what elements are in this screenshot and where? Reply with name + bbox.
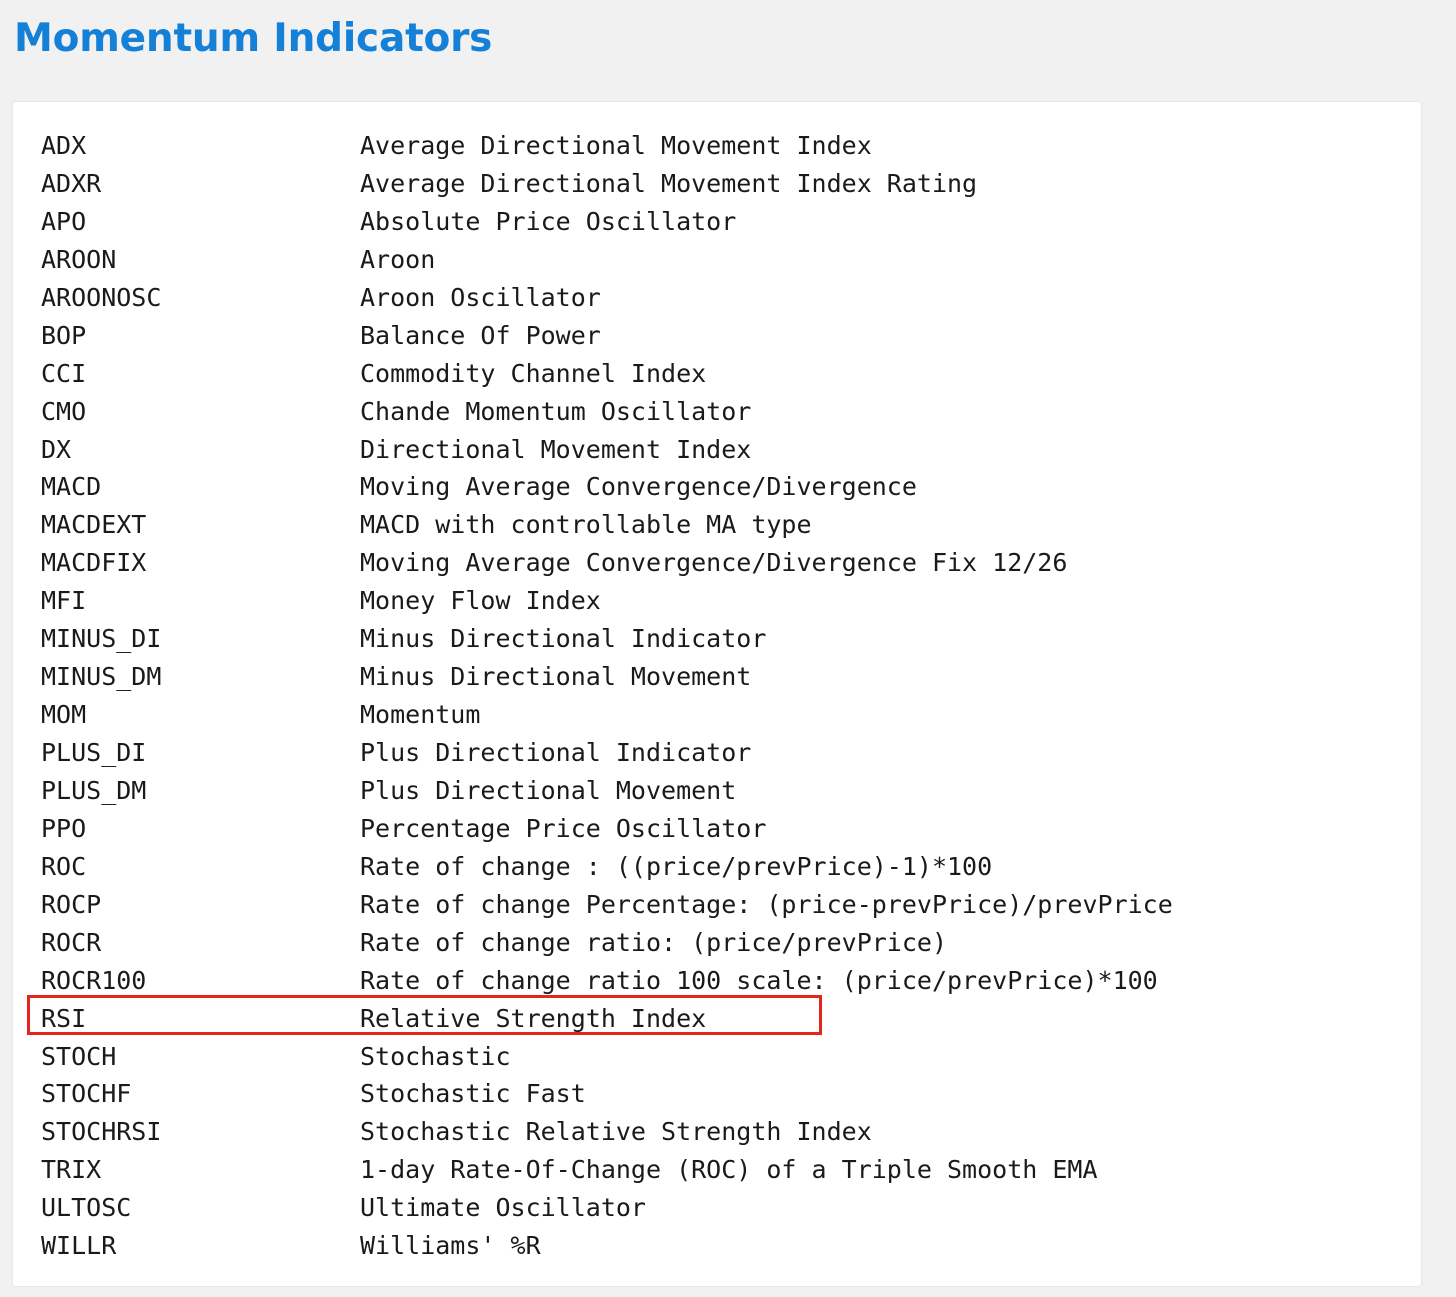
indicator-description: Average Directional Movement Index Ratin… <box>360 168 978 198</box>
indicator-code: ADX <box>41 131 87 160</box>
indicator-description: Moving Average Convergence/Divergence <box>360 472 917 502</box>
indicator-description: Williams' %R <box>360 1231 541 1261</box>
indicator-code: STOCHF <box>41 1079 132 1109</box>
indicator-code: PLUS_DI <box>41 738 147 767</box>
indicator-code: MACDFIX <box>41 548 147 578</box>
indicator-description: Commodity Channel Index <box>360 358 707 388</box>
indicator-description: 1-day Rate-Of-Change (ROC) of a Triple S… <box>360 1155 1098 1185</box>
indicator-code: ROC <box>41 851 87 881</box>
indicator-description: Ultimate Oscillator <box>360 1193 646 1223</box>
indicator-code: MINUS_DM <box>41 662 162 692</box>
indicator-description: Moving Average Convergence/Divergence Fi… <box>360 548 1068 578</box>
indicator-code: ADXR <box>41 168 102 198</box>
indicator-code: PPO <box>41 813 87 843</box>
indicator-code: MFI <box>41 586 87 616</box>
indicator-code: APO <box>41 206 87 236</box>
indicator-code: PLUS_DM <box>41 775 147 805</box>
indicator-code: CCI <box>41 358 87 388</box>
indicator-description: Aroon <box>360 244 436 274</box>
indicator-code: AROONOSC <box>41 282 162 312</box>
indicator-code: MOM <box>41 700 87 730</box>
indicator-description: Percentage Price Oscillator <box>360 813 767 843</box>
indicator-code: BOP <box>41 320 87 350</box>
indicator-code: MACD <box>41 472 102 502</box>
indicator-description: Plus Directional Movement <box>360 775 737 805</box>
indicator-code: STOCH <box>41 1041 117 1071</box>
indicator-code: STOCHRSI <box>41 1117 162 1147</box>
indicator-code: AROON <box>41 244 117 274</box>
indicator-description: Rate of change : ((price/prevPrice)-1)*1… <box>360 851 993 881</box>
page-title: Momentum Indicators <box>14 16 493 61</box>
indicator-description: Rate of change ratio: (price/prevPrice) <box>360 927 947 957</box>
indicator-description: Aroon Oscillator <box>360 282 601 312</box>
indicator-code: CMO <box>41 396 87 426</box>
indicator-description: Rate of change ratio 100 scale: (price/p… <box>360 965 1158 995</box>
indicator-code: MINUS_DI <box>41 624 162 654</box>
indicator-description: Momentum <box>360 700 481 730</box>
indicator-description: Stochastic Relative Strength Index <box>360 1117 872 1147</box>
indicator-description: Absolute Price Oscillator <box>360 206 737 236</box>
indicator-description: Directional Movement Index <box>360 434 752 464</box>
indicator-description: Average Directional Movement Index <box>360 131 872 160</box>
indicator-description: Balance Of Power <box>360 320 601 350</box>
indicator-code: ROCR100 <box>41 965 147 995</box>
indicator-description: Stochastic Fast <box>360 1079 586 1109</box>
indicator-description: Stochastic <box>360 1041 511 1071</box>
indicator-code: ULTOSC <box>41 1193 132 1223</box>
indicator-code: DX <box>41 434 72 464</box>
indicator-description: Rate of change Percentage: (price-prevPr… <box>360 889 1173 919</box>
indicator-description: Chande Momentum Oscillator <box>360 396 752 426</box>
indicator-code: ROCR <box>41 927 102 957</box>
indicator-code: WILLR <box>41 1231 117 1261</box>
indicator-description: Money Flow Index <box>360 586 601 616</box>
indicator-description: Plus Directional Indicator <box>360 738 752 767</box>
indicator-description: Minus Directional Indicator <box>360 624 767 654</box>
indicator-code: MACDEXT <box>41 510 147 540</box>
indicator-code: ROCP <box>41 889 102 919</box>
indicator-description: Minus Directional Movement <box>360 662 752 692</box>
rsi-highlight-box <box>27 995 822 1035</box>
indicator-description: MACD with controllable MA type <box>360 510 812 540</box>
indicator-code: TRIX <box>41 1155 102 1185</box>
indicator-code-block: ADX Average Directional Movement Index ADX… <box>13 102 1421 1286</box>
